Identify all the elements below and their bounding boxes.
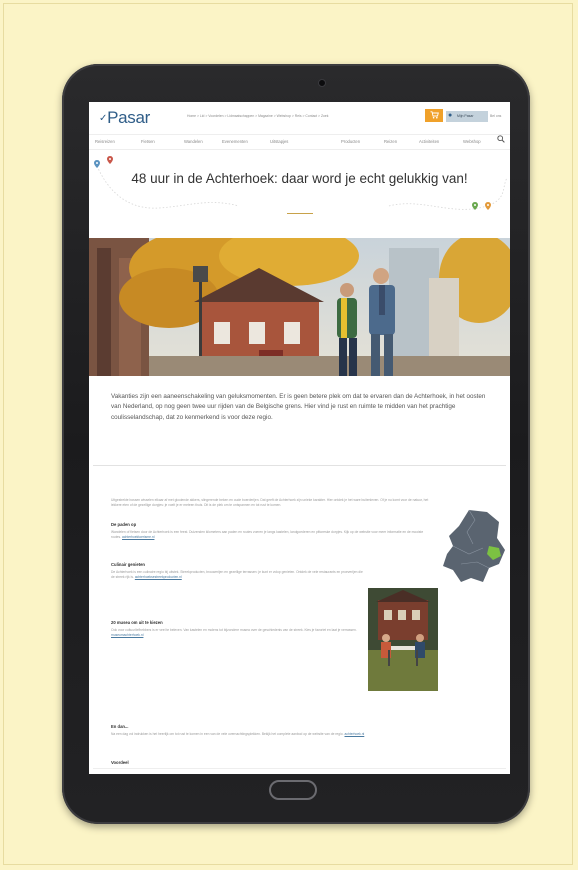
article-paragraph: De Achterhoek is een culinaire regio bij… <box>111 570 363 580</box>
map-pin-icon <box>94 160 100 168</box>
section-divider <box>93 465 506 466</box>
nav-item[interactable]: Uitstapjes <box>270 139 288 144</box>
article-paragraph: Uitgestrekte bossen wisselen elkaar af m… <box>111 498 429 508</box>
nav-item[interactable]: Wandelen <box>184 139 203 144</box>
section-heading: Voordeel <box>111 760 129 765</box>
site-logo-text: Pasar <box>107 108 151 127</box>
contact-link[interactable]: Bel ons <box>490 114 501 118</box>
cart-icon <box>430 111 439 119</box>
nav-item[interactable]: Reisreizen <box>95 139 115 144</box>
account-button[interactable]: ● Mijn Pasar <box>446 111 488 122</box>
search-icon[interactable] <box>497 135 505 145</box>
section-heading: En dan... <box>111 724 129 729</box>
footer-divider <box>93 768 506 769</box>
nav-item[interactable]: Fietsen <box>141 139 155 144</box>
nav-item[interactable]: Producten <box>341 139 360 144</box>
nav-item[interactable]: Reizen <box>384 139 397 144</box>
decorative-route-graphic <box>94 156 508 210</box>
location-pin-icon: ● <box>448 112 453 119</box>
section-heading: 20 musea om uit te kiezen <box>111 620 163 625</box>
camera-icon <box>318 79 326 87</box>
map-pin-icon <box>485 202 491 210</box>
nav-item[interactable]: Evenementen <box>222 139 248 144</box>
top-links[interactable]: Home > Lid > Voordelen > Lidmaatschappen… <box>187 114 423 118</box>
netherlands-map-image <box>443 509 505 582</box>
site-header: ✓Pasar Home > Lid > Voordelen > Lidmaats… <box>89 102 510 132</box>
tablet-screen: ✓Pasar Home > Lid > Voordelen > Lidmaats… <box>89 102 510 774</box>
section-heading: De paden op <box>111 522 137 527</box>
account-label: Mijn Pasar <box>457 114 474 118</box>
section-text: Na een dag vol indrukken is het heerlijk… <box>111 732 344 736</box>
hero-photo <box>89 238 510 376</box>
article-intro: Vakanties zijn een aaneenschakeling van … <box>111 393 486 421</box>
cart-button[interactable] <box>425 109 443 122</box>
home-button[interactable] <box>269 780 317 800</box>
section-text: Wandelen of fietsen door de Achterhoek i… <box>111 530 424 540</box>
section-heading: Culinair genieten <box>111 562 145 567</box>
article-paragraph: Ook voor cultuurliefhebbers is er veel t… <box>111 628 363 638</box>
terrace-photo <box>368 588 438 691</box>
article-paragraph: Na een dag vol indrukken is het heerlijk… <box>111 732 507 737</box>
article-paragraph: Wandelen of fietsen door de Achterhoek i… <box>111 530 431 540</box>
title-underline <box>287 213 313 214</box>
section-link[interactable]: achterhoek.nl <box>345 732 365 736</box>
section-text: Ook voor cultuurliefhebbers is er veel t… <box>111 628 357 632</box>
article-title: 48 uur in de Achterhoek: daar word je ec… <box>131 171 468 186</box>
nav-item[interactable]: Activiteiten <box>419 139 439 144</box>
map-pin-icon <box>107 156 113 164</box>
section-link[interactable]: achterhoektoerisme.nl <box>122 535 154 539</box>
tablet-device: ✓Pasar Home > Lid > Voordelen > Lidmaats… <box>62 64 530 824</box>
section-link[interactable]: museumachterhoek.nl <box>111 633 143 637</box>
section-link[interactable]: achterhoeksestreekproducten.nl <box>135 575 182 579</box>
site-logo[interactable]: ✓Pasar <box>99 108 150 128</box>
nav-item[interactable]: Webshop <box>463 139 481 144</box>
